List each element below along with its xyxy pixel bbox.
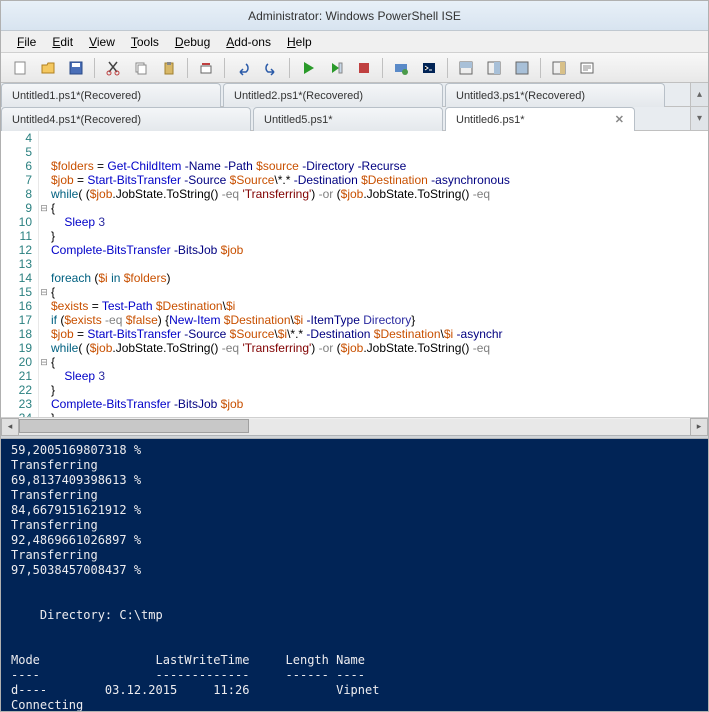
tab-row-2: Untitled4.ps1*(Recovered) Untitled5.ps1*…	[1, 107, 708, 131]
window-titlebar: Administrator: Windows PowerShell ISE	[1, 1, 708, 31]
fold-toggle[interactable]: ⊟	[39, 285, 49, 299]
layout-script-max-button[interactable]	[509, 56, 535, 80]
menu-file[interactable]: File	[9, 33, 44, 51]
open-button[interactable]	[35, 56, 61, 80]
run-button[interactable]	[295, 56, 321, 80]
new-button[interactable]	[7, 56, 33, 80]
tab-untitled1[interactable]: Untitled1.ps1*(Recovered)	[1, 83, 221, 107]
fold-toggle[interactable]: ⊟	[39, 355, 49, 369]
tab-scroll-down[interactable]: ▾	[690, 107, 708, 130]
fold-gutter: ⊟ ⊟ ⊟	[39, 131, 49, 417]
code-content[interactable]: $folders = Get-ChildItem -Name -Path $so…	[49, 131, 708, 417]
menu-bar: File Edit View Tools Debug Add-ons Help	[1, 31, 708, 53]
tab-untitled5[interactable]: Untitled5.ps1*	[253, 107, 443, 131]
layout-script-right-button[interactable]	[481, 56, 507, 80]
stop-button[interactable]	[351, 56, 377, 80]
undo-button[interactable]	[230, 56, 256, 80]
redo-button[interactable]	[258, 56, 284, 80]
menu-addons[interactable]: Add-ons	[218, 33, 279, 51]
console-pane[interactable]: 59,2005169807318 % Transferring 69,81374…	[1, 439, 708, 711]
save-button[interactable]	[63, 56, 89, 80]
copy-button[interactable]	[128, 56, 154, 80]
new-remote-tab-button[interactable]	[388, 56, 414, 80]
menu-view[interactable]: View	[81, 33, 123, 51]
menu-edit[interactable]: Edit	[44, 33, 81, 51]
layout-script-top-button[interactable]	[453, 56, 479, 80]
scrollbar-thumb[interactable]	[19, 419, 249, 433]
menu-tools[interactable]: Tools	[123, 33, 167, 51]
toolbar	[1, 53, 708, 83]
run-selection-button[interactable]	[323, 56, 349, 80]
scroll-right-arrow[interactable]: ▸	[690, 418, 708, 436]
paste-button[interactable]	[156, 56, 182, 80]
tab-scroll-up[interactable]: ▴	[690, 83, 708, 106]
show-command-addon-button[interactable]	[546, 56, 572, 80]
menu-help[interactable]: Help	[279, 33, 320, 51]
script-editor: 456789101112131415161718192021222324 ⊟⊟⊟…	[1, 131, 708, 435]
tab-untitled6[interactable]: Untitled6.ps1*✕	[445, 107, 635, 131]
window-title: Administrator: Windows PowerShell ISE	[248, 9, 461, 23]
tab-untitled4[interactable]: Untitled4.ps1*(Recovered)	[1, 107, 251, 131]
menu-debug[interactable]: Debug	[167, 33, 218, 51]
line-number-gutter: 456789101112131415161718192021222324	[1, 131, 39, 417]
close-icon[interactable]: ✕	[615, 113, 624, 126]
cut-button[interactable]	[100, 56, 126, 80]
tab-row-1: Untitled1.ps1*(Recovered) Untitled2.ps1*…	[1, 83, 708, 107]
start-powershell-button[interactable]	[416, 56, 442, 80]
scrollbar-track[interactable]	[19, 419, 690, 435]
show-command-button[interactable]	[574, 56, 600, 80]
fold-toggle[interactable]: ⊟	[39, 201, 49, 215]
tab-untitled3[interactable]: Untitled3.ps1*(Recovered)	[445, 83, 665, 107]
scroll-left-arrow[interactable]: ◂	[1, 418, 19, 436]
clear-output-button[interactable]	[193, 56, 219, 80]
tab-untitled2[interactable]: Untitled2.ps1*(Recovered)	[223, 83, 443, 107]
horizontal-scrollbar[interactable]: ◂ ▸	[1, 417, 708, 435]
